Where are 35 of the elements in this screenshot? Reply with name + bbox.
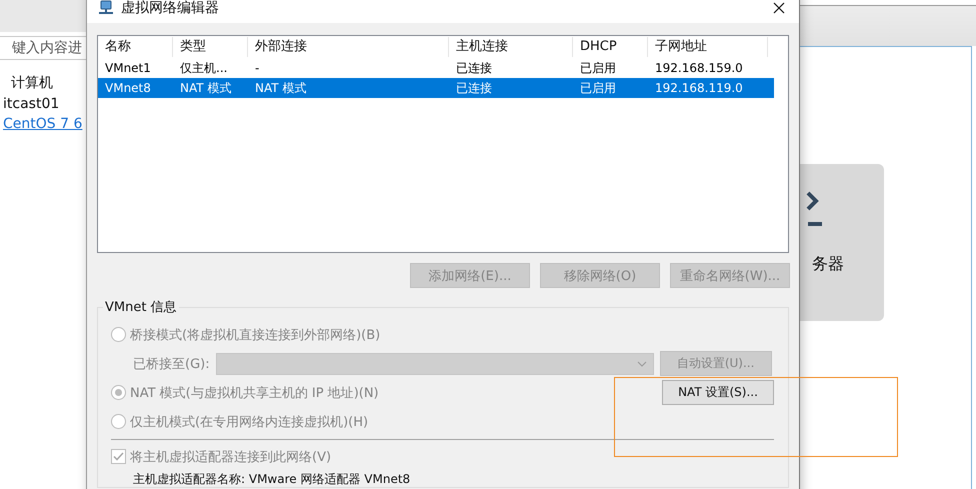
table-cell-text: NAT 模式 (254, 80, 308, 96)
column-header[interactable]: DHCP (573, 37, 648, 57)
network-row[interactable]: VMnet8 NAT 模式 NAT 模式 已连接 已启用 192.168.119.0 (98, 78, 774, 98)
table-cell-text: VMnet1 (104, 61, 152, 75)
close-icon[interactable] (773, 2, 785, 14)
radio-label: 桥接模式(将虚拟机直接连接到外部网络)(B) (130, 326, 380, 344)
column-header[interactable]: 子网地址 (648, 37, 768, 57)
tree-item[interactable]: 计算机 (11, 74, 53, 92)
adapter-name-text: 主机虚拟适配器名称: VMware 网络适配器 VMnet8 (133, 470, 410, 488)
table-cell-text: 仅主机... (179, 60, 228, 76)
table-cell-text: VMnet8 (104, 81, 152, 95)
tree-item[interactable]: itcast01 (3, 96, 60, 112)
table-cell-text: 已启用 (579, 80, 617, 96)
table-cell-text: - (254, 61, 260, 75)
table-cell-text: 已启用 (579, 60, 617, 76)
radio-label: NAT 模式(与虚拟机共享主机的 IP 地址)(N) (130, 384, 379, 402)
card-label: 务器 (812, 254, 844, 275)
table-cell-text: 已连接 (455, 80, 493, 96)
field-label: 已桥接至(G): (133, 356, 210, 372)
table-cell-text: 已连接 (455, 60, 493, 76)
column-header[interactable]: 名称 (98, 37, 173, 57)
checkbox-label: 将主机虚拟适配器连接到此网络(V) (130, 448, 332, 466)
table-cell-text: NAT 模式 (179, 80, 232, 96)
table-cell-text: 192.168.159.0 (654, 61, 744, 75)
chevron-icon (636, 360, 647, 366)
network-row[interactable]: VMnet1 仅主机... - 已连接 已启用 192.168.159.0 (98, 58, 774, 78)
column-header[interactable]: 主机连接 (449, 37, 573, 57)
network-icon (98, 0, 114, 16)
table-cell-text: 192.168.119.0 (654, 81, 744, 95)
column-header[interactable]: 类型 (173, 37, 248, 57)
radio-label: 仅主机模式(在专用网络内连接虚拟机)(H) (130, 414, 368, 430)
tree-item-link[interactable]: CentOS 7 6 (3, 116, 82, 132)
group-title: VMnet 信息 (104, 299, 178, 316)
window-title: 虚拟网络编辑器 (121, 0, 219, 17)
column-header[interactable]: 外部连接 (248, 37, 449, 57)
